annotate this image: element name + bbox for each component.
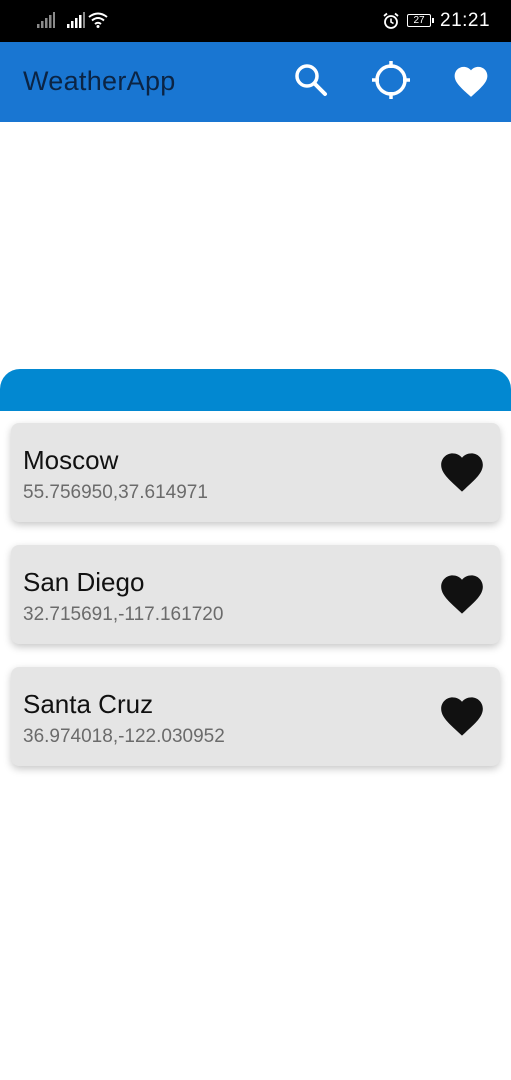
favorite-toggle-button[interactable] xyxy=(436,569,488,619)
gps-locate-icon xyxy=(370,59,412,106)
list-item[interactable]: Santa Cruz 36.974018,-122.030952 xyxy=(11,667,500,766)
search-icon xyxy=(293,62,329,103)
alarm-icon xyxy=(382,12,400,35)
favorite-toggle-button[interactable] xyxy=(436,691,488,741)
city-name: San Diego xyxy=(23,567,145,597)
city-coordinates: 32.715691,-117.161720 xyxy=(23,604,224,625)
city-name: Moscow xyxy=(23,445,119,475)
app-title: WeatherApp xyxy=(23,66,176,96)
heart-icon xyxy=(451,62,491,103)
city-list: Moscow 55.756950,37.614971 San Diego 32.… xyxy=(11,423,500,789)
city-coordinates: 36.974018,-122.030952 xyxy=(23,726,225,747)
list-item[interactable]: Moscow 55.756950,37.614971 xyxy=(11,423,500,522)
app-bar: WeatherApp xyxy=(0,42,511,122)
panel-header xyxy=(0,369,511,411)
screen: 27 21:21 WeatherApp Moscow 55.756950,37.… xyxy=(0,0,511,1080)
signal-icon xyxy=(67,12,85,33)
heart-icon xyxy=(437,569,487,620)
favorites-button[interactable] xyxy=(449,60,493,104)
city-coordinates: 55.756950,37.614971 xyxy=(23,482,208,503)
wifi-icon xyxy=(88,12,108,33)
signal-icon xyxy=(37,12,55,33)
search-button[interactable] xyxy=(289,60,333,104)
battery-icon: 27 xyxy=(407,14,434,27)
heart-icon xyxy=(437,447,487,498)
list-item[interactable]: San Diego 32.715691,-117.161720 xyxy=(11,545,500,644)
status-bar: 27 21:21 xyxy=(0,0,511,42)
locate-button[interactable] xyxy=(369,60,413,104)
city-name: Santa Cruz xyxy=(23,689,154,719)
status-time: 21:21 xyxy=(440,10,491,31)
heart-icon xyxy=(437,691,487,742)
favorite-toggle-button[interactable] xyxy=(436,447,488,497)
